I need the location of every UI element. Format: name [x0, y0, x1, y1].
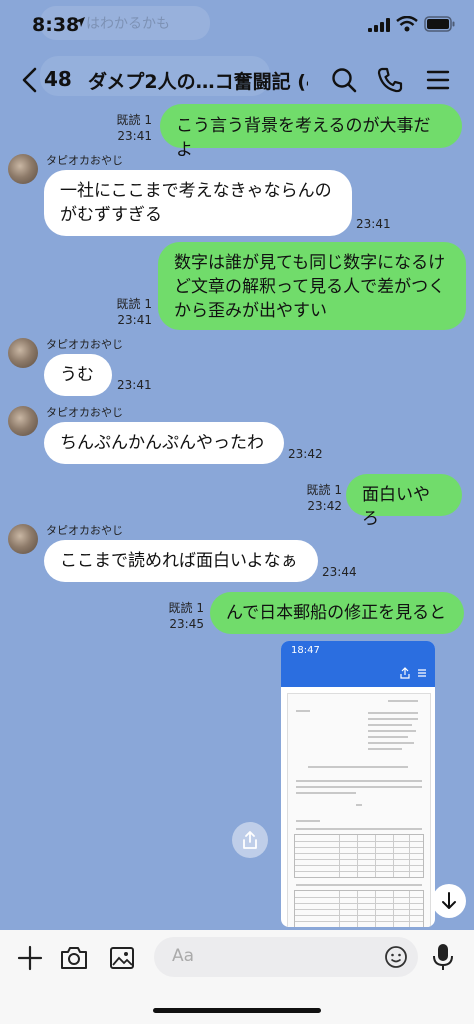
message-bubble-outgoing[interactable]: 数字は誰が見ても同じ数字になるけ ど文章の解釈って見る人で差がつく から歪みが出…: [158, 242, 466, 330]
image-menu-icon: [418, 669, 426, 677]
input-placeholder: Aa: [172, 946, 195, 966]
plus-icon[interactable]: [16, 944, 44, 972]
mic-icon[interactable]: [432, 942, 454, 972]
message-bubble-incoming[interactable]: 一社にここまで考えなきゃならんの がむずすぎる: [44, 170, 352, 236]
location-icon: [75, 17, 85, 27]
message-time: 23:42: [288, 447, 323, 461]
message-bubble-outgoing[interactable]: こう言う背景を考えるのが大事だよ: [160, 104, 462, 160]
share-icon: [243, 831, 257, 849]
home-indicator: [153, 1008, 321, 1013]
avatar[interactable]: [8, 154, 38, 184]
message-meta: 既読 1 23:41: [100, 112, 152, 144]
signal-icon: [368, 18, 390, 32]
arrow-down-icon: [442, 892, 456, 909]
image-status-bar: 18:47: [281, 641, 435, 661]
message-bubble-outgoing[interactable]: んで日本郵船の修正を見ると: [210, 592, 464, 634]
menu-icon[interactable]: [424, 66, 452, 94]
message-text-line: がむずすぎる: [60, 205, 162, 225]
search-icon[interactable]: [330, 66, 358, 94]
message-text: こう言う背景を考えるのが大事だよ: [176, 116, 431, 160]
image-icon[interactable]: [108, 944, 136, 972]
read-receipt: 既読 1: [116, 113, 152, 127]
sender-name: タピオカおやじ: [46, 154, 123, 167]
message-time: 23:41: [117, 378, 152, 392]
message-bubble-incoming[interactable]: ちんぷんかんぷんやったわ: [44, 422, 284, 464]
read-receipt: 既読 1: [116, 297, 152, 311]
camera-icon[interactable]: [59, 944, 89, 972]
message-text: んで日本郵船の修正を見ると: [226, 603, 447, 623]
scroll-down-button[interactable]: [432, 884, 466, 918]
image-status-time: 18:47: [291, 645, 320, 656]
message-time: 23:45: [169, 617, 204, 631]
unread-count[interactable]: 48: [44, 67, 72, 91]
message-input-bar: Aa: [0, 930, 474, 1024]
message-bubble-outgoing[interactable]: 面白いやろ: [346, 474, 462, 529]
sender-name: タピオカおやじ: [46, 338, 123, 351]
wifi-icon: [396, 16, 418, 32]
image-share-icon: [400, 667, 410, 679]
chat-header: 48 ダメプ2人の…コ奮闘記 (4): [0, 52, 474, 108]
message-bubble-incoming[interactable]: ここまで読めれば面白いよなぁ: [44, 540, 318, 582]
phone-icon[interactable]: [376, 66, 404, 94]
message-text-line: ど文章の解釈って見る人で差がつく: [174, 277, 446, 297]
message-input[interactable]: Aa: [154, 937, 418, 977]
message-bubble-incoming[interactable]: うむ: [44, 354, 112, 396]
message-meta: 既読 1 23:42: [296, 482, 342, 514]
message-text-line: 一社にここまで考えなきゃならんの: [60, 181, 332, 201]
share-button[interactable]: [232, 822, 268, 858]
emoji-icon[interactable]: [384, 945, 408, 969]
battery-icon: [424, 16, 455, 32]
sender-name: タピオカおやじ: [46, 524, 123, 537]
background-ghost-text: はわかるかも: [86, 16, 170, 32]
chat-title[interactable]: ダメプ2人の…コ奮闘記 (4): [88, 67, 308, 94]
avatar[interactable]: [8, 524, 38, 554]
message-text: ここまで読めれば面白いよなぁ: [60, 551, 298, 571]
message-text-line: 数字は誰が見ても同じ数字になるけ: [174, 253, 446, 273]
message-text-line: から歪みが出やすい: [174, 301, 327, 321]
message-time: 23:41: [117, 129, 152, 143]
document-preview: [287, 693, 431, 927]
image-nav-bar: 戻る: [281, 661, 435, 701]
message-text: ちんぷんかんぷんやったわ: [60, 433, 264, 453]
message-text: うむ: [60, 365, 94, 385]
sender-name: タピオカおやじ: [46, 406, 123, 419]
message-meta: 既読 1 23:45: [156, 600, 204, 632]
read-receipt: 既読 1: [168, 601, 204, 615]
back-chevron-icon[interactable]: [20, 66, 40, 94]
message-time: 23:44: [322, 565, 357, 579]
read-receipt: 既読 1: [306, 483, 342, 497]
message-meta: 既読 1 23:41: [100, 296, 152, 328]
image-message[interactable]: 18:47 戻る: [281, 641, 435, 927]
message-time: 23:41: [356, 217, 391, 231]
message-time: 23:41: [117, 313, 152, 327]
avatar[interactable]: [8, 338, 38, 368]
avatar[interactable]: [8, 406, 38, 436]
status-bar: はわかるかも 8:38: [0, 0, 474, 52]
status-time: 8:38: [32, 14, 80, 36]
message-text: 面白いやろ: [362, 485, 430, 529]
message-time: 23:42: [307, 499, 342, 513]
